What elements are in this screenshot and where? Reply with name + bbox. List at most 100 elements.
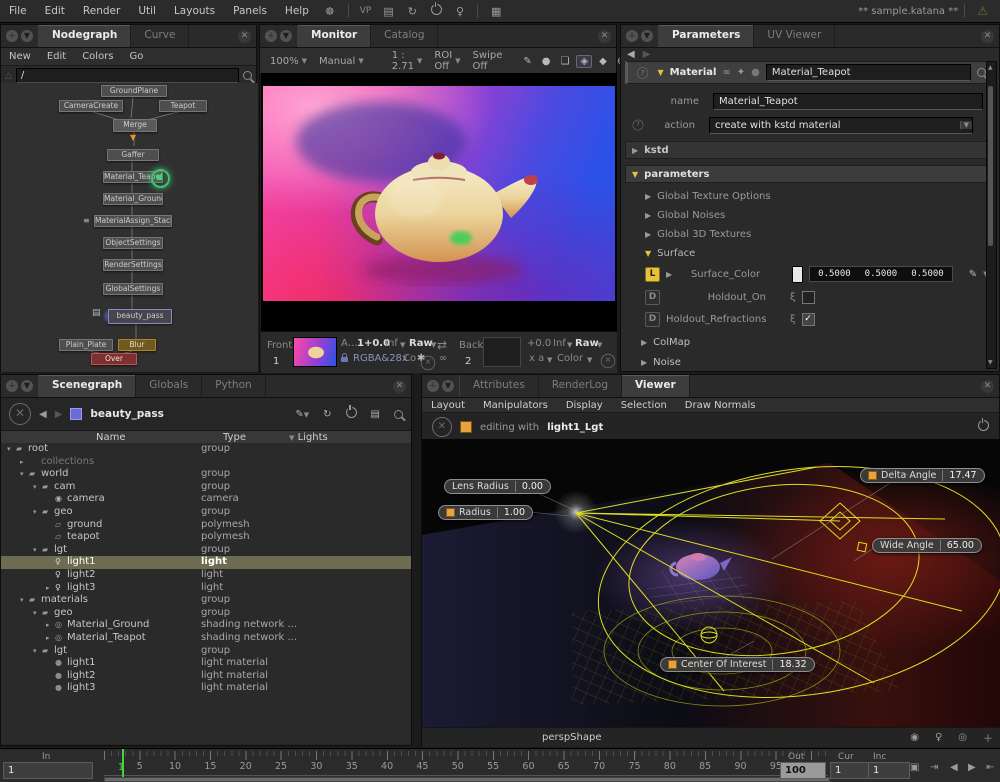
menu-item[interactable]: Layout — [422, 400, 474, 411]
node[interactable]: ObjectSettings — [103, 237, 163, 249]
step-back-icon[interactable]: ◀ — [950, 762, 958, 773]
scenegraph-row[interactable]: ▾▰world group — [1, 468, 411, 481]
roi-dropdown[interactable]: ROI Off▼ — [430, 50, 464, 72]
expander-icon[interactable]: ▾ — [33, 607, 42, 620]
forward-icon[interactable]: ▶ — [55, 409, 63, 420]
step-mode-icon[interactable]: ⇥ — [930, 762, 938, 773]
tab-python[interactable]: Python — [202, 375, 265, 397]
menu-item[interactable]: Help — [276, 5, 318, 17]
name-field[interactable] — [713, 93, 983, 110]
scenegraph-row[interactable]: ♀light2 light — [1, 569, 411, 582]
ratio-dropdown[interactable]: 1 : 2.71▼ — [388, 50, 427, 72]
scenegraph-row[interactable]: ●light1 light material — [1, 657, 411, 670]
refresh-icon[interactable]: ↻ — [401, 5, 424, 18]
front-channels[interactable]: RGBA&28x — [353, 353, 408, 364]
forward-icon[interactable]: ▶ — [643, 49, 651, 60]
inc-field[interactable] — [868, 762, 910, 779]
menu-item[interactable]: Panels — [224, 5, 276, 17]
default-badge[interactable]: D — [645, 312, 660, 327]
expander-icon[interactable]: ▶ — [666, 270, 672, 279]
menu-item[interactable]: Edit — [36, 5, 74, 17]
expander-icon[interactable]: ▾ — [33, 506, 42, 519]
back-thumbnail[interactable] — [483, 337, 521, 367]
back-range[interactable]: Inf — [553, 338, 566, 349]
node-name-field[interactable] — [766, 64, 971, 81]
expander-icon[interactable]: ▾ — [33, 481, 42, 494]
expander-icon[interactable]: ▾ — [33, 544, 42, 557]
layers-icon[interactable]: ❏ — [557, 56, 572, 67]
zoom-dropdown[interactable]: 100%▼ — [266, 56, 311, 67]
menu-item[interactable]: Colors — [74, 51, 121, 62]
parameters-group[interactable]: ▼parameters — [625, 165, 993, 183]
collapse-icon[interactable]: ▼ — [657, 68, 663, 77]
menu-item[interactable]: Display — [557, 400, 612, 411]
pane-add-icon[interactable]: ＋ — [427, 380, 439, 392]
menu-item[interactable]: Go — [122, 51, 152, 62]
back-view[interactable]: Raw — [575, 338, 599, 349]
out-field[interactable] — [780, 762, 826, 779]
group-global-3d-textures[interactable]: ▶Global 3D Textures — [645, 225, 1000, 243]
pane-add-icon[interactable]: ＋ — [626, 30, 638, 42]
expander-icon[interactable]: ▾ — [33, 645, 42, 658]
light-icon[interactable]: ♀ — [927, 732, 950, 743]
node[interactable]: Material_Ground — [103, 193, 163, 205]
front-view[interactable]: Raw — [409, 338, 433, 349]
tab-viewer[interactable]: Viewer — [622, 375, 690, 397]
pen-icon[interactable]: ✎ — [520, 56, 534, 67]
drag-handle-icon[interactable]: ξ — [790, 314, 796, 325]
search-icon[interactable] — [243, 71, 252, 80]
center-of-interest-manipulator[interactable]: Center Of Interest18.32 — [660, 657, 815, 672]
column-lights[interactable]: ▼ Lights — [289, 432, 328, 443]
pane-add-icon[interactable]: ＋ — [265, 30, 277, 42]
column-type[interactable]: Type — [223, 432, 246, 443]
scenegraph-row[interactable]: ▱teapot polymesh — [1, 531, 411, 544]
power-icon[interactable] — [346, 407, 357, 421]
menu-item[interactable]: Edit — [39, 51, 74, 62]
help-icon[interactable]: ? — [633, 120, 644, 131]
render-slate-icon[interactable]: ▦ — [484, 5, 508, 18]
back-colorspace[interactable]: Color — [557, 353, 583, 364]
pane-menu-icon[interactable]: ▼ — [21, 380, 33, 392]
close-icon[interactable]: ✕ — [238, 30, 251, 43]
tab-uv-viewer[interactable]: UV Viewer — [754, 25, 835, 47]
expander-icon[interactable]: ▾ — [20, 594, 29, 607]
pane-menu-icon[interactable]: ▼ — [21, 30, 33, 42]
scenegraph-row[interactable]: ▾▰lgt group — [1, 645, 411, 658]
back-exposure[interactable]: +0.0 — [527, 338, 551, 349]
close-icon[interactable]: ✕ — [393, 380, 406, 393]
cur-field[interactable] — [830, 762, 872, 779]
delta-angle-manipulator[interactable]: Delta Angle17.47 — [860, 468, 985, 483]
expander-icon[interactable]: ▸ — [46, 619, 55, 632]
link-buffers-icon[interactable]: ∞ — [439, 353, 447, 364]
menu-item[interactable]: Render — [74, 5, 129, 17]
holdout-refractions-checkbox[interactable]: ✓ — [802, 313, 815, 326]
material-header[interactable]: ? ▼ Material ∞ ✦ ● — [625, 61, 993, 84]
node[interactable]: Gaffer — [107, 149, 159, 161]
clear-selection-icon[interactable]: ✕ — [9, 403, 31, 425]
node[interactable]: RenderSettings — [103, 259, 163, 271]
gear-icon[interactable]: ☸ — [318, 5, 342, 18]
node[interactable]: Blur — [118, 339, 156, 351]
pan-icon[interactable]: ◈ — [576, 55, 592, 68]
search-icon[interactable] — [977, 68, 986, 77]
tab-parameters[interactable]: Parameters — [659, 25, 754, 47]
menu-item[interactable]: New — [1, 51, 39, 62]
wide-angle-manipulator[interactable]: Wide Angle65.00 — [872, 538, 982, 553]
scenegraph-row[interactable]: ▸◎Material_Teapot shading network ... — [1, 632, 411, 645]
monitor-image-area[interactable] — [261, 73, 617, 331]
tab-catalog[interactable]: Catalog — [371, 25, 438, 47]
edit-flag-icon[interactable] — [151, 169, 170, 188]
expander-icon[interactable]: ▾ — [7, 443, 16, 456]
node[interactable]: MaterialAssign_Stack — [94, 215, 172, 227]
scrollbar[interactable]: ▲ ▼ — [986, 61, 997, 369]
profile-icon[interactable]: ♀ — [449, 5, 471, 18]
close-icon[interactable]: ✕ — [598, 30, 611, 43]
step-forward-icon[interactable]: ▶ — [968, 762, 976, 773]
scenegraph-row[interactable]: ◉camera camera — [1, 493, 411, 506]
settings-icon[interactable]: ◎ — [950, 732, 975, 743]
node[interactable]: CameraCreate — [59, 100, 123, 112]
tab-globals[interactable]: Globals — [136, 375, 202, 397]
group-surface[interactable]: ▼Surface — [645, 244, 1000, 262]
tab-attributes[interactable]: Attributes — [460, 375, 539, 397]
vp-toggle[interactable]: VP — [355, 6, 377, 16]
